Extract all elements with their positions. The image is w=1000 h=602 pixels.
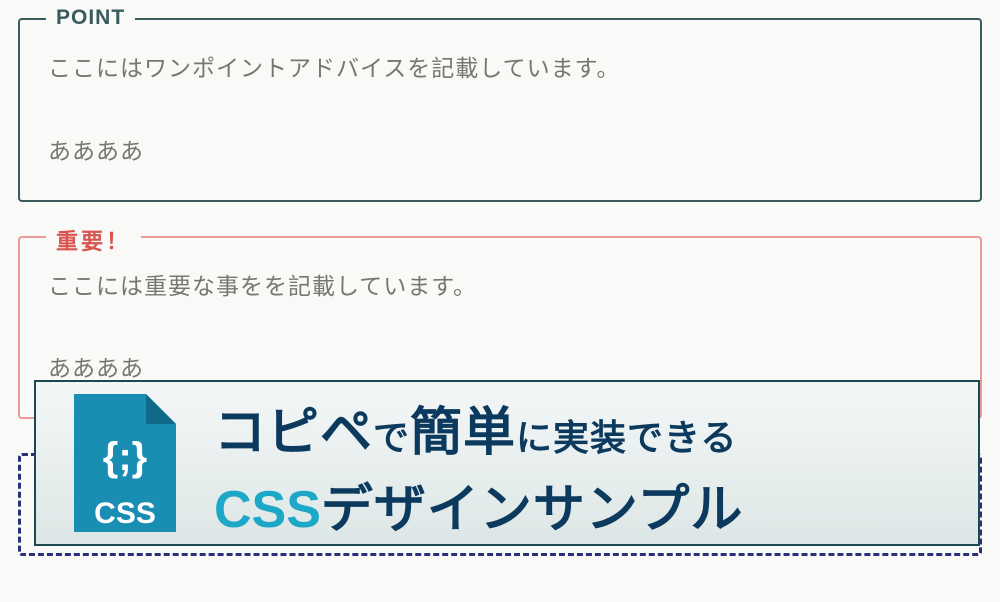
banner-line-2: CSSデザインサンプル [214, 467, 978, 542]
point-legend: POINT [46, 6, 135, 30]
point-box: POINT ここにはワンポイントアドバイスを記載しています。 ああああ [18, 18, 982, 202]
point-text-1: ここにはワンポイントアドバイスを記載しています。 [48, 50, 952, 87]
important-text-1: ここには重要な事をを記載しています。 [48, 268, 952, 305]
banner-line-1: コピペで簡単に実装できる [214, 390, 978, 465]
svg-text:CSS: CSS [94, 497, 156, 530]
point-text-2: ああああ [48, 133, 952, 170]
banner-overlay: {;} CSS コピペで簡単に実装できる CSSデザインサンプル [34, 380, 980, 546]
css-file-icon: {;} CSS [36, 394, 214, 532]
svg-text:{;}: {;} [103, 435, 147, 479]
important-legend: 重要！ [46, 224, 141, 256]
